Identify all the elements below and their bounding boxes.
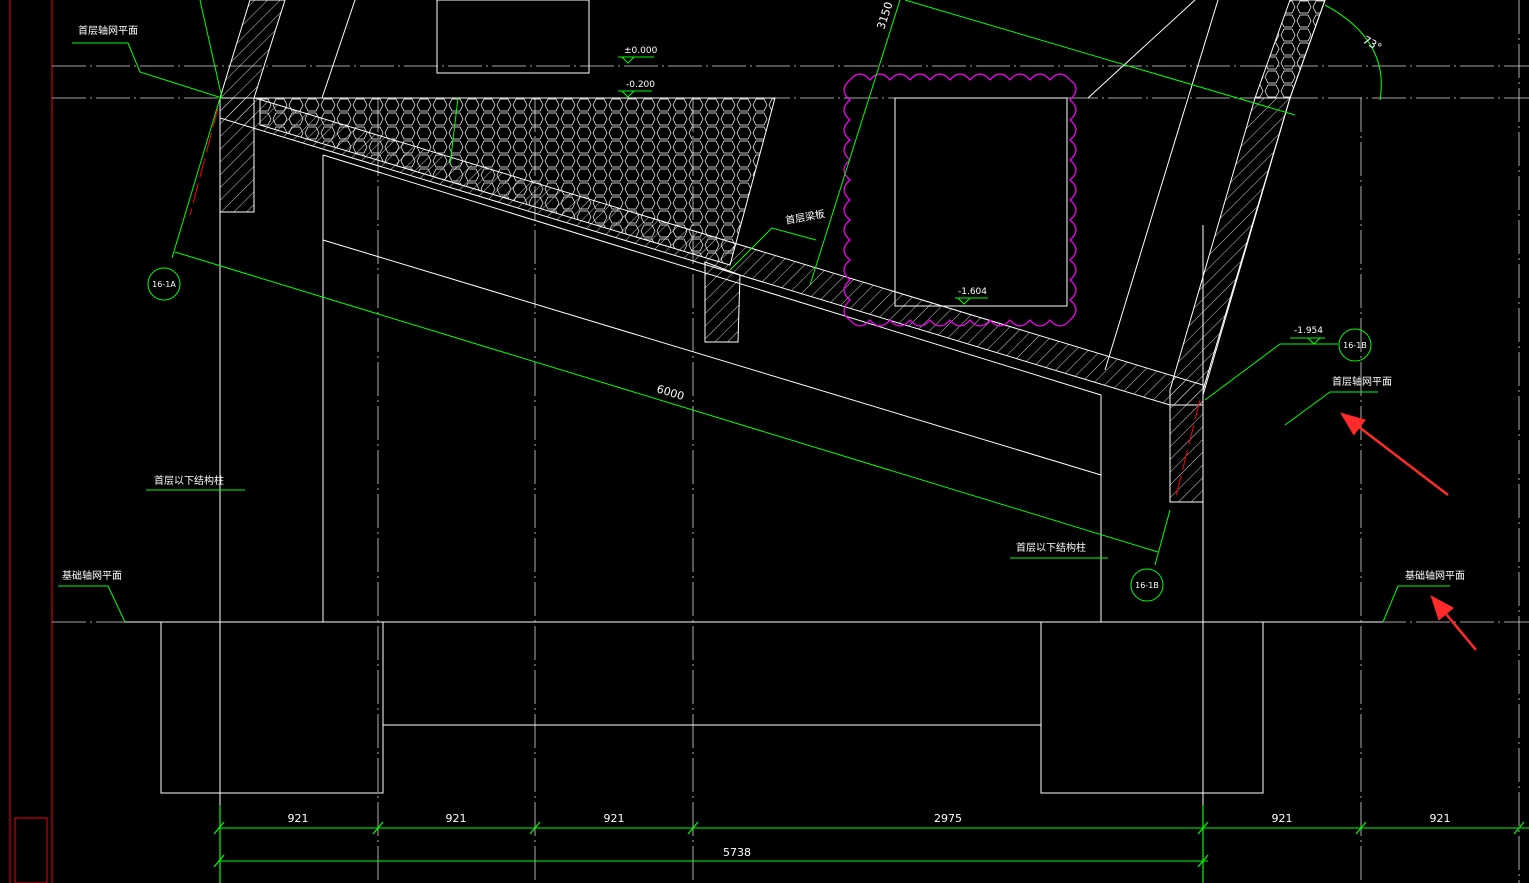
dim-total: 5738 xyxy=(723,846,751,859)
dimension-ticks xyxy=(213,805,1525,883)
label-below-first-struct-right: 首层以下结构柱 xyxy=(1016,541,1086,554)
level-mid: -1.604 xyxy=(958,287,987,297)
annotation-arrows xyxy=(1340,412,1477,651)
label-first-floor-axis-right: 首层轴网平面 xyxy=(1332,375,1392,388)
dim-segment-2: 921 xyxy=(446,812,467,825)
dim-segment-6: 921 xyxy=(1430,812,1451,825)
axis-bubble-right-lower[interactable]: 16-1B xyxy=(1130,568,1164,602)
label-first-floor-axis-left: 首层轴网平面 xyxy=(78,24,138,37)
level-right: -1.954 xyxy=(1294,326,1323,336)
level-top: ±0.000 xyxy=(624,46,658,56)
axis-bubble-left-text: 16-1A xyxy=(152,280,176,289)
label-base-axis-left: 基础轴网平面 xyxy=(62,569,122,582)
axis-bubble-right-upper[interactable]: 16-1B xyxy=(1338,328,1372,362)
label-first-floor-slab: 首层梁板 xyxy=(784,207,826,227)
dim-upper-slope: 3150 xyxy=(874,0,895,31)
axis-bubble-right-upper-text: 16-1B xyxy=(1343,341,1367,350)
level-beam: -0.200 xyxy=(626,80,655,90)
axis-bubble-left[interactable]: 16-1A xyxy=(147,267,181,301)
dim-segment-4: 2975 xyxy=(934,812,962,825)
dim-segment-3: 921 xyxy=(604,812,625,825)
dim-segment-5: 921 xyxy=(1272,812,1293,825)
left-border xyxy=(9,0,53,883)
label-base-axis-right: 基础轴网平面 xyxy=(1405,569,1465,582)
label-below-first-struct-left: 首层以下结构柱 xyxy=(154,474,224,487)
cad-drawing-canvas[interactable]: 16-1A 16-1B 16-1B 首层轴网平面 首层轴网平面 基础轴网平面 基… xyxy=(0,0,1529,883)
axis-bubble-right-lower-text: 16-1B xyxy=(1135,581,1159,590)
dim-segment-1: 921 xyxy=(288,812,309,825)
